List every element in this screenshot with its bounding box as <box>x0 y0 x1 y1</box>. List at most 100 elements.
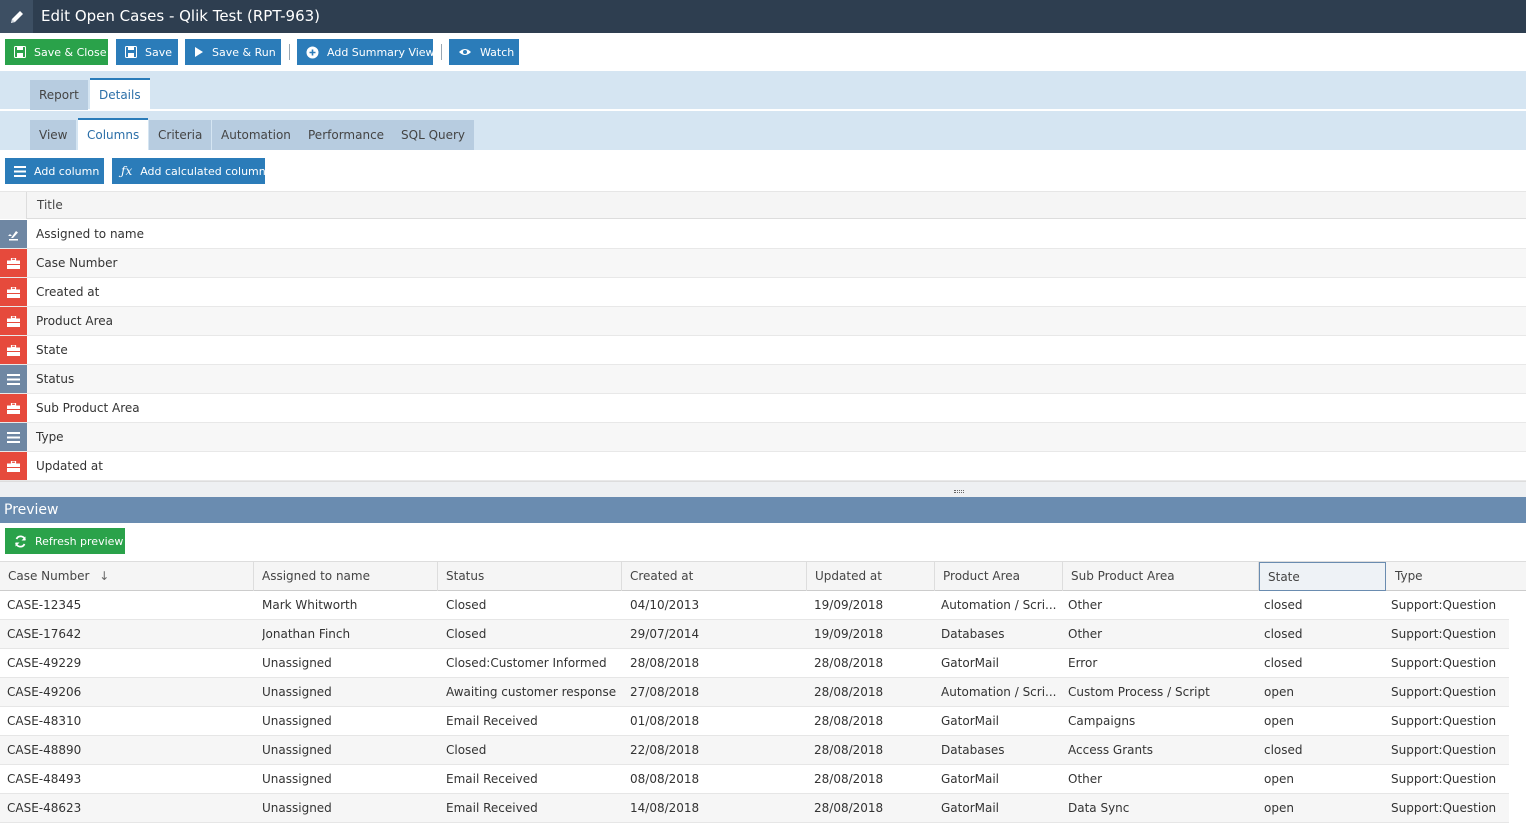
table-row[interactable]: CASE-17642 Jonathan Finch Closed 29/07/2014… <box>0 620 1509 649</box>
cell-product-area: Databases <box>941 627 1005 641</box>
refresh-icon <box>14 534 27 548</box>
floppy-icon <box>14 45 26 59</box>
cell-status: Closed:Customer Informed <box>446 656 607 670</box>
cell-status: Email Received <box>446 801 538 815</box>
watch-button[interactable]: Watch <box>449 39 519 65</box>
table-row[interactable]: CASE-49229 Unassigned Closed:Customer Info… <box>0 649 1509 678</box>
column-label: Status <box>36 372 75 386</box>
add-summary-view-label: Add Summary View <box>327 45 435 59</box>
cell-product-area: GatorMail <box>941 714 1000 728</box>
column-label: Product Area <box>36 314 113 328</box>
add-column-button[interactable]: Add column <box>5 158 104 184</box>
column-row[interactable]: Updated at <box>0 452 1526 481</box>
save-button[interactable]: Save <box>116 39 178 65</box>
column-row[interactable]: Assigned to name <box>0 220 1526 249</box>
column-row[interactable]: Created at <box>0 278 1526 307</box>
briefcase-icon <box>0 452 27 480</box>
drag-handle-icon[interactable] <box>954 490 964 493</box>
cell-type: Support:Question <box>1391 743 1497 757</box>
column-row[interactable]: State <box>0 336 1526 365</box>
cell-assigned-to-name: Unassigned <box>262 772 332 786</box>
briefcase-icon <box>0 278 27 306</box>
pencil-icon <box>0 0 33 33</box>
column-row[interactable]: Product Area <box>0 307 1526 336</box>
sort-down-icon: ↓ <box>99 569 110 583</box>
header-product-area[interactable]: Product Area <box>935 562 1063 591</box>
column-row[interactable]: Sub Product Area <box>0 394 1526 423</box>
header-state[interactable]: State <box>1259 562 1386 591</box>
cell-sub-product-area: Other <box>1068 627 1103 641</box>
cell-type: Support:Question <box>1391 801 1497 815</box>
cell-updated-at: 28/08/2018 <box>814 743 884 757</box>
cell-status: Closed <box>446 598 487 612</box>
column-label: Created at <box>36 285 100 299</box>
cell-state: open <box>1264 685 1294 699</box>
cell-assigned-to-name: Unassigned <box>262 656 332 670</box>
list-icon <box>0 423 27 451</box>
table-row[interactable]: CASE-49206 Unassigned Awaiting customer re… <box>0 678 1509 707</box>
tab-automation[interactable]: Automation <box>212 120 300 150</box>
save-close-button[interactable]: Save & Close <box>5 39 108 65</box>
cell-state: closed <box>1264 743 1303 757</box>
cell-type: Support:Question <box>1391 685 1497 699</box>
cell-state: closed <box>1264 656 1303 670</box>
header-status[interactable]: Status <box>438 562 622 591</box>
table-row[interactable]: CASE-12345 Mark Whitworth Closed 04/10/2013… <box>0 591 1509 620</box>
column-label: Assigned to name <box>36 227 144 241</box>
cell-sub-product-area: Data Sync <box>1068 801 1130 815</box>
add-calculated-column-button[interactable]: ƒx Add calculated column <box>112 158 266 184</box>
cell-case-number: CASE-48310 <box>7 714 82 728</box>
header-sub-product-area[interactable]: Sub Product Area <box>1063 562 1259 591</box>
cell-created-at: 01/08/2018 <box>630 714 700 728</box>
table-row[interactable]: CASE-48493 Unassigned Email Received 08/08/… <box>0 765 1509 794</box>
watch-label: Watch <box>480 45 515 59</box>
column-row[interactable]: Status <box>0 365 1526 394</box>
columns-table-header: Title <box>0 191 1526 219</box>
header-type[interactable]: Type <box>1387 562 1526 591</box>
play-icon <box>194 45 204 59</box>
cell-product-area: GatorMail <box>941 656 1000 670</box>
cell-updated-at: 28/08/2018 <box>814 772 884 786</box>
cell-assigned-to-name: Jonathan Finch <box>262 627 351 641</box>
briefcase-icon <box>0 394 27 422</box>
cell-type: Support:Question <box>1391 714 1497 728</box>
table-row[interactable]: CASE-48623 Unassigned Email Received 14/08/… <box>0 794 1509 823</box>
table-row[interactable]: CASE-48890 Unassigned Closed 22/08/2018 28/0… <box>0 736 1509 765</box>
header-created-at[interactable]: Created at <box>622 562 807 591</box>
refresh-preview-button[interactable]: Refresh preview <box>5 528 125 554</box>
tab-report[interactable]: Report <box>30 80 88 110</box>
tab-details[interactable]: Details <box>90 78 150 109</box>
header-assigned-to-name[interactable]: Assigned to name <box>254 562 438 591</box>
header-updated-at[interactable]: Updated at <box>807 562 935 591</box>
cell-type: Support:Question <box>1391 772 1497 786</box>
column-row[interactable]: Type <box>0 423 1526 452</box>
cell-type: Support:Question <box>1391 598 1497 612</box>
tab-criteria[interactable]: Criteria <box>149 120 212 150</box>
cell-product-area: GatorMail <box>941 772 1000 786</box>
cell-state: open <box>1264 714 1294 728</box>
tab-columns[interactable]: Columns <box>78 118 149 150</box>
cell-updated-at: 28/08/2018 <box>814 801 884 815</box>
column-label: Type <box>36 430 64 444</box>
tab-sql-query[interactable]: SQL Query <box>392 120 475 150</box>
list-icon <box>0 365 27 393</box>
cell-updated-at: 28/08/2018 <box>814 685 884 699</box>
header-case-number[interactable]: Case Number ↓ <box>0 562 254 591</box>
cell-case-number: CASE-12345 <box>7 598 82 612</box>
toolbar-divider <box>289 44 290 60</box>
add-summary-view-button[interactable]: Add Summary View <box>297 39 435 65</box>
save-run-button[interactable]: Save & Run <box>185 39 281 65</box>
table-row[interactable]: CASE-48310 Unassigned Email Received 01/08/… <box>0 707 1509 736</box>
preview-header: Preview <box>0 497 1526 523</box>
cell-assigned-to-name: Mark Whitworth <box>262 598 358 612</box>
cell-status: Email Received <box>446 772 538 786</box>
cell-created-at: 04/10/2013 <box>630 598 700 612</box>
tab-performance[interactable]: Performance <box>299 120 394 150</box>
preview-grid-header: Case Number ↓ Assigned to name Status Cr… <box>0 561 1526 591</box>
save-close-label: Save & Close <box>34 45 107 59</box>
tab-view[interactable]: View <box>30 120 77 150</box>
pane-splitter[interactable] <box>0 481 1526 497</box>
cell-sub-product-area: Campaigns <box>1068 714 1136 728</box>
cell-status: Closed <box>446 627 487 641</box>
column-row[interactable]: Case Number <box>0 249 1526 278</box>
